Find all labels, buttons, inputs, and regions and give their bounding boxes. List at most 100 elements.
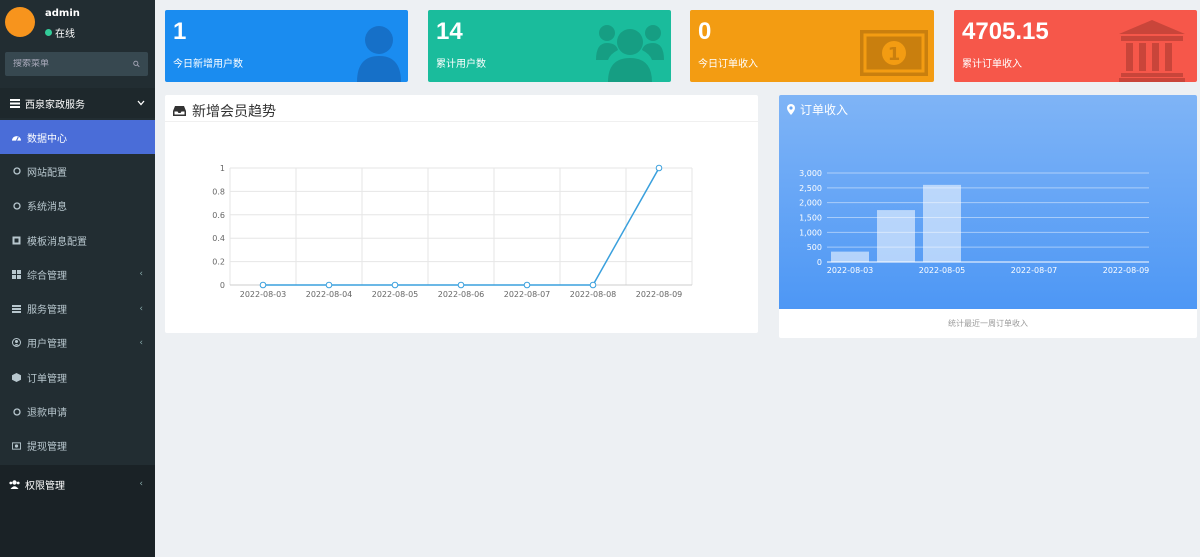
chevron-down-icon: [137, 100, 145, 106]
x-tick-label: 2022-08-06: [438, 290, 485, 299]
data-point: [259, 281, 267, 289]
panel-footer: 统计最近一周订单收入: [948, 319, 1028, 328]
y-tick-label: 0: [817, 258, 822, 267]
stat-value: 0: [698, 18, 712, 45]
sidebar-item-label: 权限管理: [25, 480, 65, 492]
money-icon: [12, 441, 21, 450]
stat-value: 14: [436, 18, 463, 45]
y-tick-label: 2,500: [799, 184, 822, 193]
order-income-chart: 0 500 1,000 1,500 2,000 2,500 3,000 2022-08-03 2…: [799, 169, 1150, 275]
bank-icon: [1119, 20, 1185, 82]
sidebar-item-label: 提现管理: [27, 442, 67, 454]
circle-icon: [12, 201, 21, 210]
avatar[interactable]: [5, 7, 35, 37]
sidebar-item[interactable]: 系统消息: [0, 189, 155, 223]
x-tick-label: 2022-08-08: [570, 290, 617, 299]
y-tick-label: 0.4: [212, 234, 225, 243]
y-tick-label: 2,000: [799, 199, 822, 208]
x-tick-label: 2022-08-05: [372, 290, 419, 299]
sidebar-item[interactable]: 退款申请: [0, 394, 155, 428]
users-icon: [596, 25, 664, 82]
member-trend-panel: 新增会员趋势 0 0.2 0.4 0.6 0.8 1 2022-08-03 2022-08-0…: [165, 95, 758, 333]
sidebar-item[interactable]: 数据中心: [0, 120, 155, 155]
sidebar: admin 在线 西泉家政服务 数据中心网站配置系统消息模板消息配置综合管理‹服…: [0, 0, 155, 557]
search-icon[interactable]: [133, 59, 140, 69]
x-tick-label: 2022-08-04: [306, 290, 353, 299]
sidebar-item[interactable]: 综合管理 ‹: [0, 257, 155, 291]
menu-header[interactable]: 西泉家政服务: [0, 88, 155, 118]
stat-label: 累计订单收入: [962, 59, 1022, 70]
online-dot-icon: [45, 29, 52, 36]
sidebar-item[interactable]: 网站配置: [0, 154, 155, 188]
sidebar-item-label: 模板消息配置: [27, 236, 87, 248]
x-tick-label: 2022-08-05: [919, 266, 966, 275]
y-tick-label: 0.6: [212, 211, 225, 220]
search-input[interactable]: [13, 59, 133, 69]
stat-card-today-income: 0 今日订单收入 1: [690, 10, 934, 82]
order-income-panel: 订单收入 0 500 1,000 1,500 2,000 2,500 3,000 2022-0…: [779, 95, 1197, 338]
bar: [877, 210, 915, 262]
list-icon: [10, 98, 20, 108]
chevron-left-icon: ‹: [139, 269, 143, 280]
sidebar-bottom: 权限管理 ‹: [0, 465, 155, 557]
data-point: [589, 281, 597, 289]
y-tick-label: 0.2: [212, 258, 225, 267]
y-tick-label: 500: [807, 243, 822, 252]
y-tick-label: 0: [220, 281, 225, 290]
stat-label: 今日新增用户数: [173, 59, 243, 70]
money-icon: 1: [860, 30, 928, 76]
y-tick-label: 0.8: [212, 187, 225, 196]
bar: [831, 251, 869, 262]
sidebar-item[interactable]: 用户管理 ‹: [0, 326, 155, 360]
sidebar-item[interactable]: 模板消息配置: [0, 223, 155, 257]
sidebar-item-permissions[interactable]: 权限管理 ‹: [0, 465, 155, 503]
circle-icon: [12, 167, 21, 176]
user-name: admin: [45, 8, 80, 19]
stat-card-total-users: 14 累计用户数: [428, 10, 671, 82]
y-tick-label: 1,500: [799, 214, 822, 223]
data-point: [523, 281, 531, 289]
series-line: [263, 167, 660, 286]
sidebar-item-label: 系统消息: [27, 202, 67, 214]
grid-icon: [12, 269, 21, 279]
sidebar-item-label: 用户管理: [27, 339, 67, 351]
user-status-text: 在线: [55, 29, 75, 40]
sidebar-item-label: 订单管理: [27, 373, 67, 385]
data-point: [325, 281, 333, 289]
user-status: 在线: [45, 25, 75, 40]
stat-value: 1: [173, 18, 187, 45]
sidebar-item-label: 网站配置: [27, 167, 67, 179]
chevron-left-icon: ‹: [139, 303, 143, 314]
dashboard-icon: [12, 133, 21, 142]
y-tick-label: 1: [220, 164, 225, 173]
user-panel: admin 在线: [0, 0, 155, 50]
sidebar-item[interactable]: 服务管理 ‹: [0, 291, 155, 325]
member-trend-chart: 0 0.2 0.4 0.6 0.8 1 2022-08-03 2022-08-04 2022-0…: [212, 164, 693, 299]
x-tick-label: 2022-08-09: [636, 290, 683, 299]
stat-label: 累计用户数: [436, 59, 486, 70]
circle-icon: [12, 407, 21, 416]
sidebar-item-label: 退款申请: [27, 408, 67, 420]
list-icon: [12, 304, 21, 313]
x-tick-label: 2022-08-07: [504, 290, 551, 299]
sidebar-item-label: 服务管理: [27, 305, 67, 317]
sidebar-item[interactable]: 订单管理: [0, 360, 155, 394]
sidebar-item[interactable]: 提现管理: [0, 429, 155, 463]
y-tick-label: 1,000: [799, 228, 822, 237]
y-tick-label: 3,000: [799, 169, 822, 178]
user-circle-icon: [12, 338, 21, 348]
users-icon: [9, 479, 20, 489]
sidebar-menu: 数据中心 网站配置 系统消息 模板消息配置 综合管理 ‹ 服务管理 ‹ 用户管理 ‹ 订单管理 退款申…: [0, 120, 155, 463]
stat-value: 4705.15: [962, 18, 1049, 45]
stat-label: 今日订单收入: [698, 59, 758, 70]
sidebar-item-label: 数据中心: [27, 133, 67, 145]
sidebar-item-label: 综合管理: [27, 270, 67, 282]
stat-card-new-users: 1 今日新增用户数: [165, 10, 408, 82]
sidebar-search: [5, 52, 148, 76]
x-tick-label: 2022-08-03: [827, 266, 874, 275]
data-point: [457, 281, 465, 289]
square-icon: [12, 236, 21, 245]
svg-text:1: 1: [888, 44, 901, 65]
x-tick-label: 2022-08-09: [1103, 266, 1150, 275]
data-point: [655, 164, 663, 172]
